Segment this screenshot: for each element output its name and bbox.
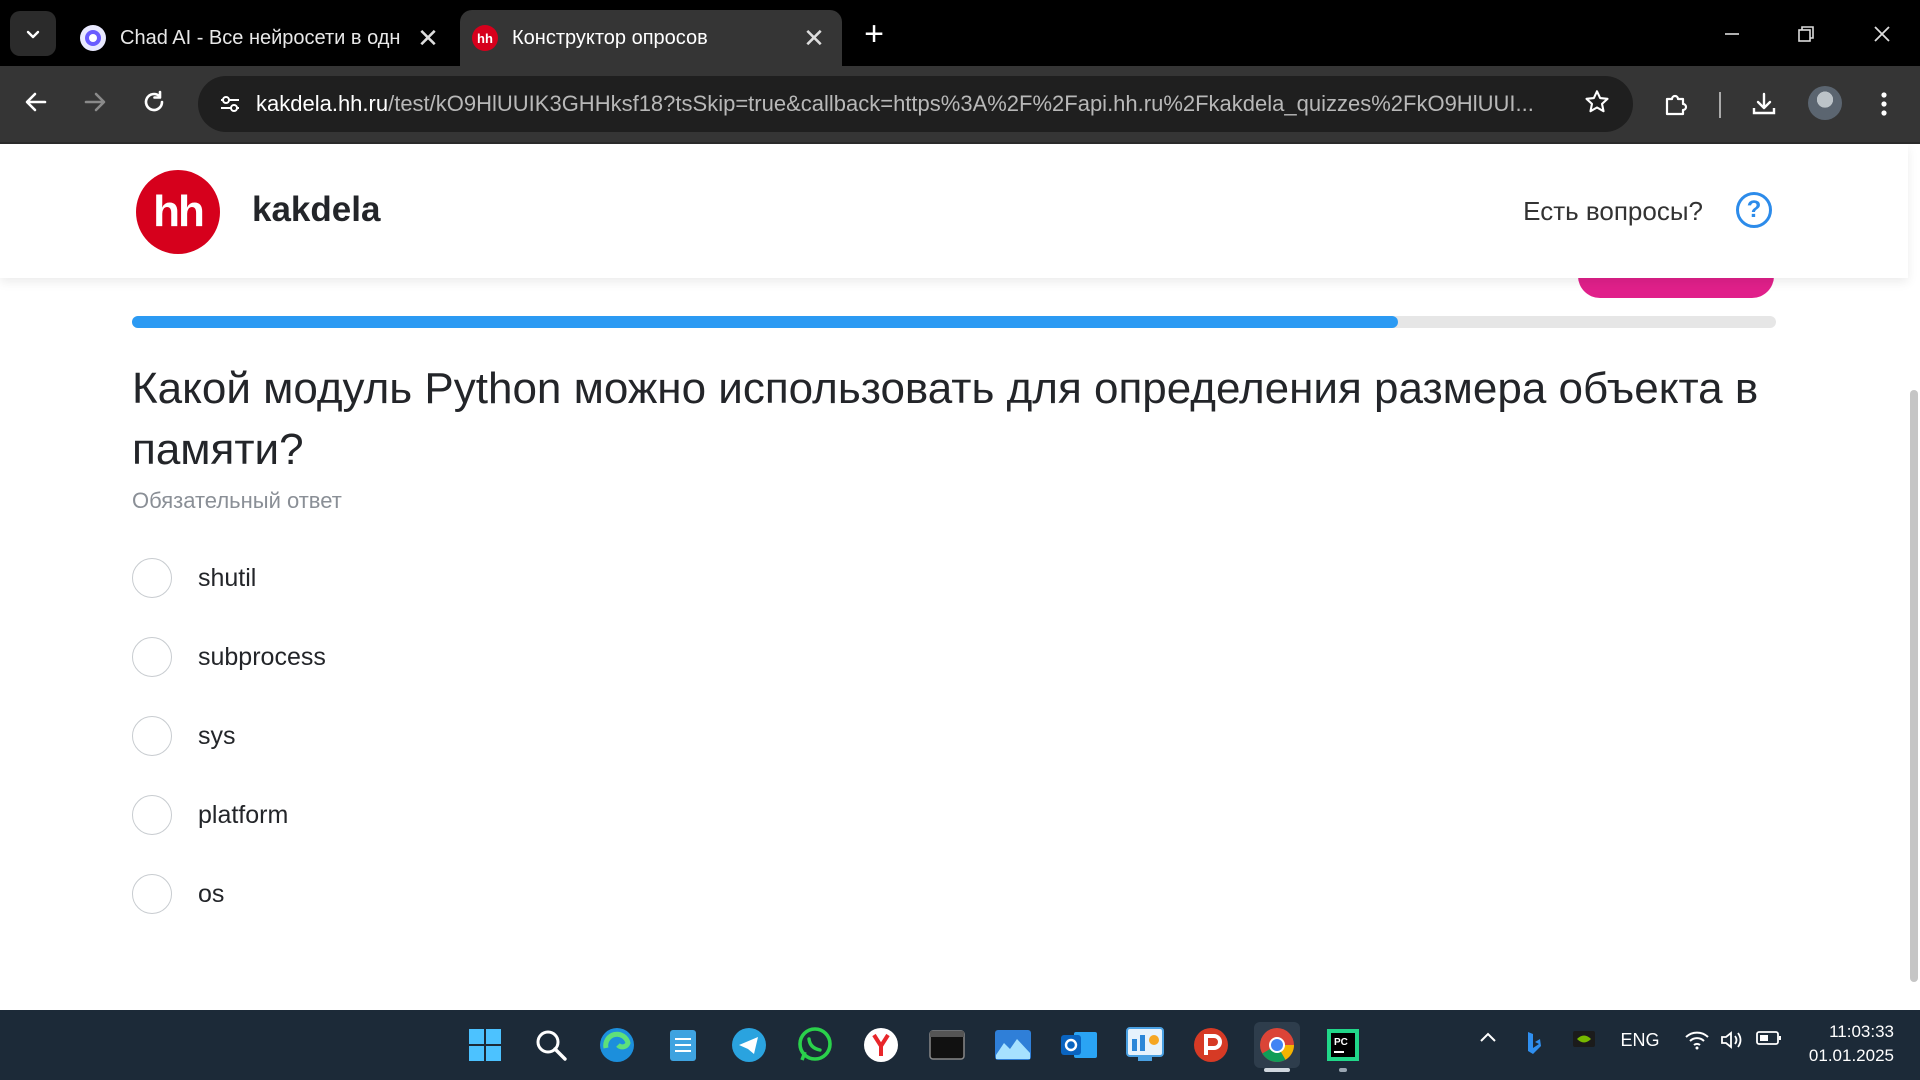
terminal-icon[interactable] [924, 1022, 970, 1068]
page-scrollbar[interactable] [1908, 278, 1920, 1010]
option-label[interactable]: os [198, 880, 224, 909]
toolbar-separator [1719, 92, 1721, 118]
site-settings-icon[interactable] [208, 82, 252, 126]
wifi-icon[interactable] [1682, 1030, 1712, 1050]
restore-icon[interactable] [1786, 14, 1826, 54]
minimize-icon[interactable] [1712, 14, 1752, 54]
more-menu-icon[interactable] [1862, 82, 1906, 126]
outlook-icon[interactable] [1056, 1022, 1102, 1068]
bing-icon[interactable] [1520, 1030, 1548, 1056]
windows-start-icon[interactable] [462, 1022, 508, 1068]
browser-toolbar: kakdela.hh.ru/test/kO9HlUUIK3GHHksf18?ts… [0, 66, 1920, 144]
site-header: hh kakdela Есть вопросы? ? [0, 144, 1908, 278]
brand-name[interactable]: kakdela [252, 190, 380, 230]
profile-avatar[interactable] [1808, 86, 1842, 120]
tab-survey-constructor[interactable]: hh Конструктор опросов ✕ [460, 10, 842, 66]
close-tab-icon[interactable]: ✕ [414, 23, 442, 53]
help-link[interactable]: Есть вопросы? [1523, 196, 1703, 227]
chad-ai-icon [80, 25, 106, 51]
dashboard-app-icon[interactable] [1122, 1022, 1168, 1068]
progress-bar-fill [132, 316, 1398, 328]
radio-button[interactable] [132, 558, 172, 598]
answer-option[interactable]: shutil [132, 558, 256, 598]
close-tab-icon[interactable]: ✕ [800, 23, 828, 53]
arrow-left-icon [25, 92, 47, 112]
option-label[interactable]: shutil [198, 564, 256, 593]
photos-icon[interactable] [990, 1022, 1036, 1068]
radio-button[interactable] [132, 874, 172, 914]
new-tab-button[interactable]: + [858, 14, 890, 54]
hh-icon: hh [472, 25, 498, 51]
radio-button[interactable] [132, 795, 172, 835]
system-clock[interactable]: 11:03:33 01.01.2025 [1809, 1020, 1894, 1068]
answer-option[interactable]: sys [132, 716, 236, 756]
notepad-icon[interactable] [660, 1022, 706, 1068]
downloads-icon[interactable] [1742, 82, 1786, 126]
radio-button[interactable] [132, 637, 172, 677]
hh-logo[interactable]: hh [136, 170, 220, 254]
chevron-up-icon[interactable] [1474, 1030, 1502, 1044]
address-bar[interactable]: kakdela.hh.ru/test/kO9HlUUIK3GHHksf18?ts… [198, 76, 1633, 132]
question-circle-icon[interactable]: ? [1736, 192, 1772, 228]
arrow-right-icon [84, 92, 106, 112]
reload-button[interactable] [132, 80, 176, 124]
reload-icon [144, 90, 164, 112]
question-text: Какой модуль Python можно использовать д… [132, 364, 1759, 474]
telegram-icon[interactable] [726, 1022, 772, 1068]
yandex-browser-icon[interactable] [858, 1022, 904, 1068]
clock-date: 01.01.2025 [1808, 1046, 1894, 1065]
tab-title: Конструктор опросов [512, 26, 708, 49]
psiphon-icon[interactable] [1188, 1022, 1234, 1068]
forward-button[interactable] [73, 80, 117, 124]
tab-title: Chad AI - Все нейросети в одн [120, 26, 401, 49]
pycharm-icon[interactable]: PC [1320, 1022, 1366, 1068]
option-label[interactable]: sys [198, 722, 236, 751]
volume-icon[interactable] [1718, 1030, 1748, 1050]
radio-button[interactable] [132, 716, 172, 756]
nvidia-icon[interactable] [1570, 1030, 1598, 1048]
answer-option[interactable]: os [132, 874, 224, 914]
search-icon[interactable] [528, 1022, 574, 1068]
url-path: /test/kO9HlUUIK3GHHksf18?tsSkip=true&cal… [388, 91, 1534, 116]
tab-chad-ai[interactable]: Chad AI - Все нейросети в одн ✕ [64, 10, 456, 66]
url-host: kakdela.hh.ru [256, 91, 389, 116]
extensions-icon[interactable] [1654, 82, 1698, 126]
active-app-indicator [1264, 1068, 1290, 1072]
option-label[interactable]: platform [198, 801, 288, 830]
close-window-icon[interactable] [1862, 14, 1902, 54]
answer-option[interactable]: subprocess [132, 637, 326, 677]
browser-tabstrip: Chad AI - Все нейросети в одн ✕ hh Конст… [0, 0, 1920, 66]
chrome-icon[interactable] [1254, 1022, 1300, 1068]
chevron-down-icon [26, 30, 40, 38]
whatsapp-icon[interactable] [792, 1022, 838, 1068]
page-content: hh kakdela Есть вопросы? ? Какой модуль … [0, 144, 1920, 1010]
svg-text:PC: PC [1334, 1037, 1348, 1048]
edge-icon[interactable] [594, 1022, 640, 1068]
language-indicator[interactable]: ENG [1620, 1030, 1660, 1051]
back-button[interactable] [14, 80, 58, 124]
required-label: Обязательный ответ [132, 488, 342, 513]
windows-taskbar: PC ENG 11:03:33 01.01.2025 [0, 1010, 1920, 1080]
running-app-indicator [1339, 1068, 1347, 1072]
tab-search-button[interactable] [10, 11, 56, 56]
answer-option[interactable]: platform [132, 795, 288, 835]
url-text[interactable]: kakdela.hh.ru/test/kO9HlUUIK3GHHksf18?ts… [256, 91, 1561, 117]
option-label[interactable]: subprocess [198, 643, 326, 672]
bookmark-star-icon[interactable] [1583, 88, 1611, 121]
battery-icon[interactable] [1754, 1030, 1784, 1046]
clock-time: 11:03:33 [1829, 1022, 1894, 1041]
progress-bar [132, 316, 1776, 328]
scrollbar-thumb[interactable] [1910, 390, 1918, 982]
